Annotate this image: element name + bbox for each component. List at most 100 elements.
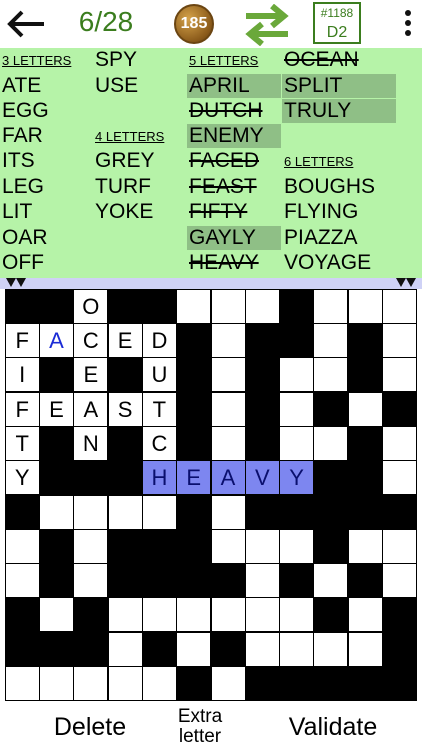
grid-cell-empty[interactable] xyxy=(348,392,382,426)
grid-cell-filled[interactable]: I xyxy=(5,358,39,392)
back-button[interactable] xyxy=(4,8,46,40)
word-item[interactable]: OAR xyxy=(0,226,48,250)
word-item[interactable]: GAYLY xyxy=(187,226,281,250)
word-item[interactable]: OFF xyxy=(0,251,44,275)
word-item[interactable]: SPY xyxy=(93,48,137,72)
grid-cell-filled[interactable]: S xyxy=(108,392,142,426)
word-item[interactable]: BOUGHS xyxy=(282,175,375,199)
grid-cell-filled[interactable]: T xyxy=(5,426,39,460)
word-item[interactable]: TURF xyxy=(93,175,151,199)
grid-cell-empty[interactable] xyxy=(108,598,142,632)
grid-cell-empty[interactable] xyxy=(348,598,382,632)
word-item[interactable]: EGG xyxy=(0,99,49,123)
grid-cell-empty[interactable] xyxy=(40,667,73,700)
grid-cell-filled[interactable]: A xyxy=(40,324,73,357)
word-item[interactable]: HEAVY xyxy=(187,251,259,275)
grid-cell-empty[interactable] xyxy=(5,564,39,598)
word-item[interactable]: TRULY xyxy=(282,99,396,123)
word-item[interactable]: APRIL xyxy=(187,74,281,98)
word-item[interactable]: FACED xyxy=(187,149,259,173)
word-item[interactable]: ENEMY xyxy=(187,124,281,148)
grid-cell-filled[interactable]: F xyxy=(5,324,39,357)
grid-cell-empty[interactable] xyxy=(383,426,416,460)
word-item[interactable]: FIFTY xyxy=(187,200,247,224)
grid-cell-filled[interactable]: F xyxy=(5,392,39,426)
grid-cell-empty[interactable] xyxy=(348,529,382,563)
grid-cell-filled[interactable]: D xyxy=(142,324,176,357)
grid-cell-empty[interactable] xyxy=(211,495,245,529)
grid-cell-highlighted[interactable]: A xyxy=(211,461,245,495)
swap-button[interactable] xyxy=(244,3,290,47)
coin-button[interactable]: 185 xyxy=(174,4,214,44)
grid-cell-empty[interactable] xyxy=(383,358,416,392)
word-item[interactable]: FAR xyxy=(0,124,43,148)
grid-cell-empty[interactable] xyxy=(383,564,416,598)
grid-cell-empty[interactable] xyxy=(74,564,108,598)
grid-cell-empty[interactable] xyxy=(74,529,108,563)
grid-cell-empty[interactable] xyxy=(314,358,348,392)
grid-cell-empty[interactable] xyxy=(245,598,279,632)
grid-cell-highlighted[interactable]: H xyxy=(142,461,176,495)
grid-cell-filled[interactable]: E xyxy=(74,358,108,392)
grid-cell-empty[interactable] xyxy=(280,598,314,632)
extra-letter-button[interactable]: Extra letter xyxy=(160,707,240,747)
word-item[interactable]: LEG xyxy=(0,175,44,199)
grid-cell-empty[interactable] xyxy=(245,564,279,598)
word-item[interactable]: LIT xyxy=(0,200,32,224)
grid-cell-empty[interactable] xyxy=(280,392,314,426)
delete-button[interactable]: Delete xyxy=(30,713,150,742)
grid-cell-empty[interactable] xyxy=(142,598,176,632)
grid-cell-highlighted[interactable]: E xyxy=(177,461,211,495)
word-item[interactable]: FEAST xyxy=(187,175,257,199)
grid-cell-empty[interactable] xyxy=(314,632,348,666)
grid-cell-filled[interactable]: Y xyxy=(5,461,39,495)
validate-button[interactable]: Validate xyxy=(268,713,398,742)
grid-cell-empty[interactable] xyxy=(383,529,416,563)
grid-cell-empty[interactable] xyxy=(348,632,382,666)
grid-cell-filled[interactable]: N xyxy=(74,426,108,460)
grid-cell-empty[interactable] xyxy=(211,598,245,632)
grid-cell-empty[interactable] xyxy=(142,667,176,700)
grid-cell-empty[interactable] xyxy=(383,324,416,357)
grid-cell-empty[interactable] xyxy=(280,426,314,460)
grid-cell-filled[interactable]: C xyxy=(74,324,108,357)
grid-cell-filled[interactable]: A xyxy=(74,392,108,426)
grid-cell-empty[interactable] xyxy=(177,632,211,666)
grid-cell-empty[interactable] xyxy=(40,495,73,529)
grid-cell-empty[interactable] xyxy=(40,598,73,632)
grid-cell-empty[interactable] xyxy=(5,529,39,563)
panel-resize-bar[interactable] xyxy=(0,278,422,289)
word-item[interactable]: DUTCH xyxy=(187,99,263,123)
grid-cell-empty[interactable] xyxy=(211,426,245,460)
grid-cell-empty[interactable] xyxy=(314,564,348,598)
grid-cell-filled[interactable]: T xyxy=(142,392,176,426)
word-item[interactable]: PIAZZA xyxy=(282,226,358,250)
grid-cell-highlighted[interactable]: Y xyxy=(280,461,314,495)
grid-cell-empty[interactable] xyxy=(348,289,382,323)
word-item[interactable]: GREY xyxy=(93,149,155,173)
grid-cell-empty[interactable] xyxy=(280,632,314,666)
grid-cell-empty[interactable] xyxy=(177,289,211,323)
grid-cell-empty[interactable] xyxy=(245,632,279,666)
grid-cell-empty[interactable] xyxy=(108,495,142,529)
grid-cell-empty[interactable] xyxy=(314,289,348,323)
grid-cell-empty[interactable] xyxy=(211,667,245,700)
grid-cell-empty[interactable] xyxy=(108,632,142,666)
menu-button[interactable] xyxy=(400,10,416,38)
grid-cell-empty[interactable] xyxy=(108,667,142,700)
word-item[interactable]: ITS xyxy=(0,149,35,173)
grid-cell-empty[interactable] xyxy=(280,529,314,563)
grid-cell-empty[interactable] xyxy=(383,289,416,323)
puzzle-id-badge[interactable]: #1188 D2 xyxy=(313,2,361,44)
grid-cell-empty[interactable] xyxy=(211,289,245,323)
word-item[interactable]: FLYING xyxy=(282,200,358,224)
grid-cell-filled[interactable]: O xyxy=(74,289,108,323)
word-item[interactable]: SPLIT xyxy=(282,74,396,98)
grid-cell-filled[interactable]: C xyxy=(142,426,176,460)
word-item[interactable]: USE xyxy=(93,74,138,98)
grid-cell-filled[interactable]: E xyxy=(108,324,142,357)
grid-cell-empty[interactable] xyxy=(211,358,245,392)
grid-cell-empty[interactable] xyxy=(245,529,279,563)
grid-cell-empty[interactable] xyxy=(383,461,416,495)
grid-cell-empty[interactable] xyxy=(211,324,245,357)
